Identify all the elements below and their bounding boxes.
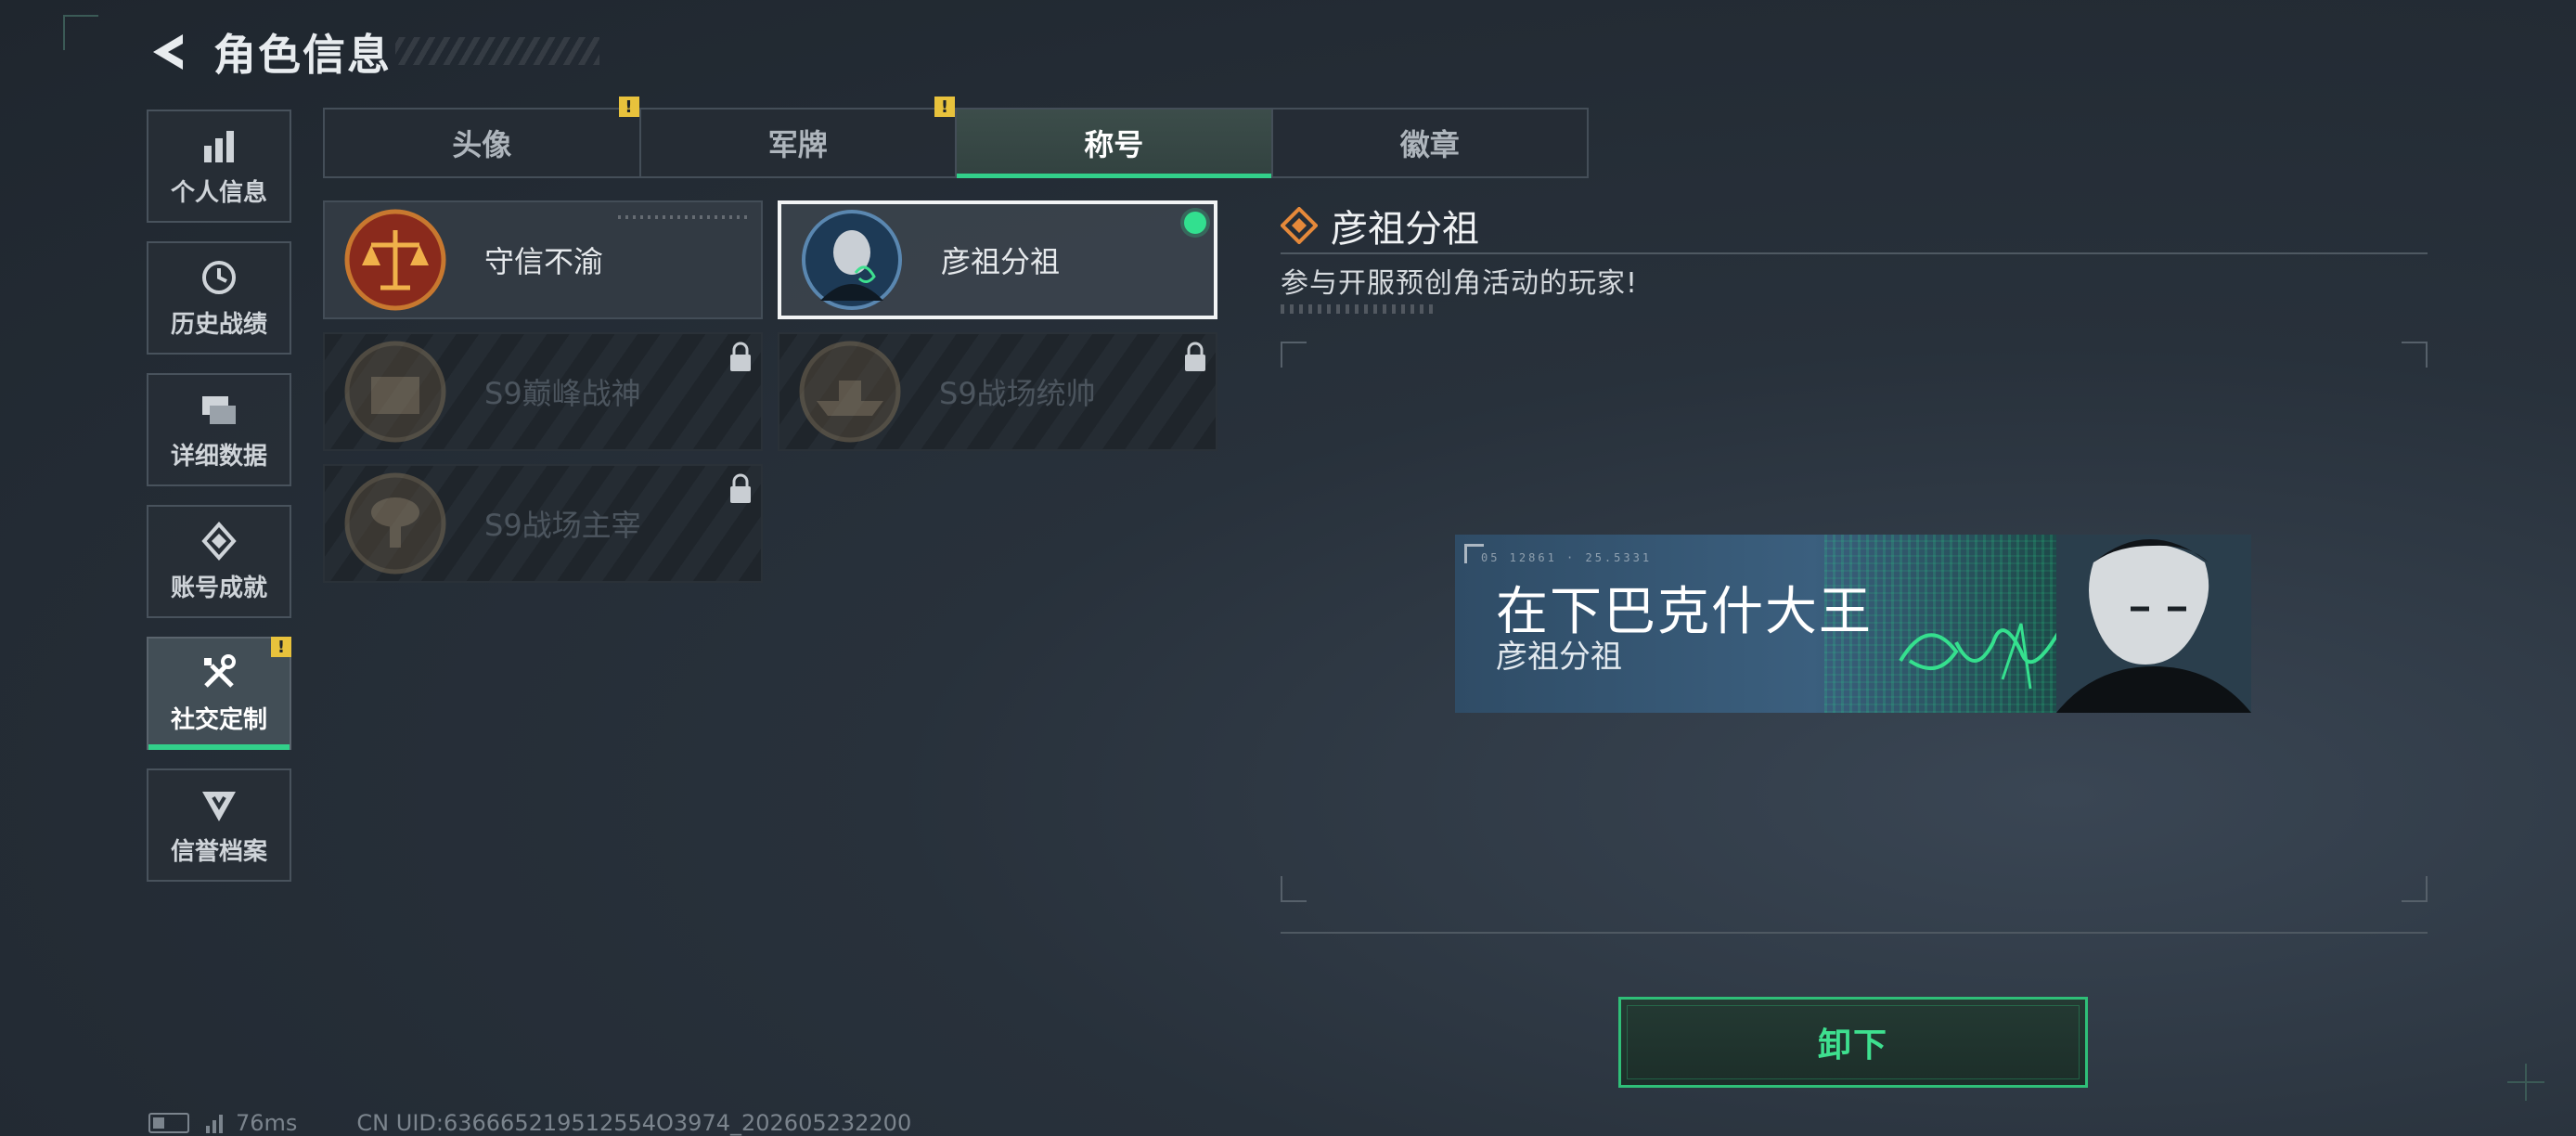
lock-icon — [730, 342, 751, 371]
description-decoration — [1281, 304, 1438, 314]
title-card-label: 守信不渝 — [484, 244, 604, 279]
building-emblem-icon — [343, 340, 447, 444]
detail-title: 彦祖分祖 — [1331, 208, 1479, 251]
title-banner-preview: 05 12861 · 25.5331 在下巴克什大王 彦祖分祖 — [1455, 535, 2251, 713]
sidebar-item-label: 账号成就 — [170, 574, 267, 602]
detail-description: 参与开服预创角活动的玩家! — [1281, 267, 1639, 300]
ship-emblem-icon — [798, 340, 902, 444]
signal-icon — [206, 1113, 223, 1133]
status-bar: 76ms CN UID:636665219512554O3974_2026052… — [148, 1110, 911, 1136]
signature-icon — [1899, 623, 2060, 690]
title-diamond-icon — [1281, 207, 1318, 244]
ping-text: 76ms — [236, 1110, 298, 1136]
battery-icon — [148, 1113, 189, 1133]
lock-icon — [730, 473, 751, 503]
back-button[interactable] — [145, 28, 193, 76]
banner-title-text: 彦祖分祖 — [1496, 639, 1622, 676]
unequip-button-label: 卸下 — [1817, 1026, 1888, 1065]
tab-label: 军牌 — [767, 127, 828, 162]
title-card-label: 彦祖分祖 — [941, 244, 1061, 279]
title-card-label: S9巅峰战神 — [484, 376, 641, 411]
sidebar-item-label: 历史战绩 — [170, 310, 267, 339]
title-card-s9-peak[interactable]: S9巅峰战神 — [323, 332, 763, 451]
portrait-icon — [2056, 535, 2251, 713]
sidebar-item-label: 个人信息 — [170, 178, 267, 207]
equipped-indicator — [1184, 212, 1206, 234]
alert-badge: ! — [271, 637, 291, 657]
sidebar-item-detailed-data[interactable]: 详细数据 — [147, 373, 291, 486]
frame-corner — [1281, 342, 1307, 368]
bar-chart-icon — [204, 130, 234, 162]
mushroom-cloud-emblem-icon — [343, 471, 447, 575]
tab-badge[interactable]: 徽章 — [1270, 110, 1588, 176]
alert-badge: ! — [934, 97, 955, 117]
tab-label: 头像 — [452, 127, 512, 162]
sidebar-item-label: 信誉档案 — [170, 837, 267, 866]
unequip-button[interactable]: 卸下 — [1618, 997, 2088, 1088]
crosshair-decoration — [2507, 1064, 2544, 1101]
sidebar-item-achievements[interactable]: 账号成就 — [147, 505, 291, 618]
page-title: 角色信息 — [213, 30, 392, 80]
title-card-yanzu[interactable]: 彦祖分祖 — [778, 200, 1217, 319]
back-arrow-icon — [153, 34, 183, 70]
corner-decoration — [63, 15, 98, 50]
history-clock-icon — [202, 260, 236, 294]
folder-icon — [202, 395, 236, 424]
tab-label: 徽章 — [1399, 127, 1460, 162]
title-card-s9-dominator[interactable]: S9战场主宰 — [323, 464, 763, 583]
achievement-diamond-icon — [201, 521, 237, 561]
title-card-trustworthy[interactable]: 守信不渝 — [323, 200, 763, 319]
tab-dog-tag[interactable]: 军牌 ! — [638, 97, 955, 176]
lock-icon — [1185, 342, 1205, 371]
frame-corner — [2402, 876, 2428, 902]
title-card-s9-commander[interactable]: S9战场统帅 — [778, 332, 1217, 451]
page-header: 角色信息 — [145, 24, 599, 80]
tab-avatar[interactable]: 头像 ! — [325, 97, 639, 176]
banner-tick-text: 05 12861 · 25.5331 — [1481, 551, 1653, 564]
divider — [1281, 252, 2428, 254]
tab-title[interactable]: 称号 — [955, 110, 1271, 178]
sidebar: 个人信息 历史战绩 详细数据 账号成就 ! 社交定制 信誉档案 — [147, 110, 291, 900]
tab-label: 称号 — [1084, 127, 1144, 162]
divider — [1281, 932, 2428, 934]
sidebar-item-reputation[interactable]: 信誉档案 — [147, 768, 291, 882]
sidebar-item-history[interactable]: 历史战绩 — [147, 241, 291, 355]
frame-corner — [2402, 342, 2428, 368]
title-card-label: S9战场主宰 — [484, 508, 641, 543]
alert-badge: ! — [618, 97, 639, 117]
header-hatch-decoration — [395, 37, 599, 65]
scales-emblem-icon — [343, 208, 447, 312]
title-card-label: S9战场统帅 — [939, 376, 1096, 411]
sidebar-item-label: 社交定制 — [170, 705, 267, 734]
reputation-shield-icon — [202, 791, 236, 821]
sidebar-item-personal-info[interactable]: 个人信息 — [147, 110, 291, 223]
tools-icon — [204, 653, 236, 688]
sidebar-item-social-custom[interactable]: ! 社交定制 — [147, 637, 291, 750]
sidebar-item-label: 详细数据 — [170, 442, 267, 471]
tab-bar: 头像 ! 军牌 ! 称号 徽章 — [323, 97, 1589, 178]
card-decoration — [618, 215, 748, 219]
detail-header: 彦祖分祖 — [1281, 199, 1479, 252]
portrait-emblem-icon — [800, 208, 904, 312]
uid-text: CN UID:636665219512554O3974_202605232200 — [356, 1110, 912, 1136]
frame-corner — [1281, 876, 1307, 902]
